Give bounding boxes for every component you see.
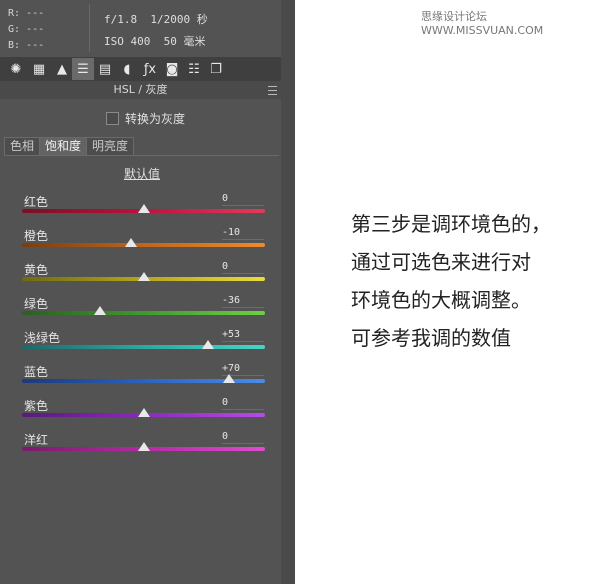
camera-exposure: f/1.8 1/2000 秒 — [104, 13, 208, 26]
slider-value-field[interactable]: 0 — [222, 261, 264, 274]
slider-thumb[interactable] — [201, 340, 214, 349]
note-line: 通过可选色来进行对 — [351, 250, 531, 274]
slider-value-field[interactable]: -36 — [222, 295, 264, 308]
slider-value-field[interactable]: 0 — [222, 397, 264, 410]
camera-icon[interactable]: ◙ — [161, 58, 183, 80]
split-icon[interactable]: ▤ — [94, 58, 116, 80]
convert-grayscale-label: 转换为灰度 — [125, 112, 186, 126]
r-readout: R: --- — [8, 8, 45, 19]
saturation-slider-row: 洋红 0 — [0, 431, 281, 465]
default-link[interactable]: 默认值 — [0, 165, 284, 182]
saturation-slider-row: 黄色 0 — [0, 261, 281, 295]
saturation-slider-row: 紫色 0 — [0, 397, 281, 431]
watermark: 思缘设计论坛 WWW.MISSVUAN.COM — [421, 10, 544, 37]
panel-menu-icon[interactable] — [268, 86, 277, 95]
slider-track[interactable] — [22, 345, 265, 349]
tutorial-note: 第三步是调环境色的， 通过可选色来进行对 环境色的大概调整。 可参考我调的数值 — [351, 205, 551, 357]
slider-label: 洋红 — [24, 433, 49, 447]
panel-title-bar: HSL / 灰度 — [0, 81, 281, 99]
saturation-slider-row: 红色 0 — [0, 193, 281, 227]
sliders-icon[interactable]: ☷ — [183, 58, 205, 80]
grid-icon[interactable]: ▦ — [28, 58, 50, 80]
slider-value-field[interactable]: 0 — [222, 193, 264, 206]
convert-grayscale-checkbox[interactable] — [106, 112, 119, 125]
slider-thumb[interactable] — [222, 374, 235, 383]
tab-luminance[interactable]: 明亮度 — [86, 137, 135, 155]
camera-info: f/1.8 1/2000 秒 ISO 400 50 毫米 — [104, 9, 208, 53]
slider-label: 浅绿色 — [24, 331, 61, 345]
tab-saturation[interactable]: 饱和度 — [39, 137, 88, 155]
b-readout: B: --- — [8, 40, 45, 51]
slider-thumb[interactable] — [137, 204, 150, 213]
tab-hue[interactable]: 色相 — [4, 137, 41, 155]
panel-scroll-edge — [281, 0, 295, 584]
default-label[interactable]: 默认值 — [124, 167, 160, 181]
convert-grayscale-option[interactable]: 转换为灰度 — [106, 110, 185, 127]
slider-label: 紫色 — [24, 399, 49, 413]
slider-thumb[interactable] — [125, 238, 138, 247]
note-line: 可参考我调的数值 — [351, 326, 511, 350]
slider-value-field[interactable]: -10 — [222, 227, 264, 240]
slider-thumb[interactable] — [137, 272, 150, 281]
slider-track[interactable] — [22, 311, 265, 315]
g-readout: G: --- — [8, 24, 45, 35]
saturation-slider-row: 橙色 -10 — [0, 227, 281, 261]
saturation-slider-row: 绿色 -36 — [0, 295, 281, 329]
camera-raw-panel: R: --- G: --- B: --- f/1.8 1/2000 秒 ISO … — [0, 0, 295, 584]
slider-value-field[interactable]: 0 — [222, 431, 264, 444]
info-divider — [89, 4, 90, 52]
slider-label: 橙色 — [24, 229, 49, 243]
slider-track[interactable] — [22, 243, 265, 247]
rgb-readout: R: --- G: --- B: --- — [8, 6, 44, 54]
slider-thumb[interactable] — [137, 408, 150, 417]
saturation-slider-row: 蓝色 +70 — [0, 363, 281, 397]
panel-title: HSL / 灰度 — [113, 83, 168, 96]
slider-value-field[interactable]: +53 — [222, 329, 264, 342]
hsl-icon[interactable]: ☰ — [72, 58, 94, 80]
lens-icon[interactable]: ◖ — [116, 58, 138, 80]
slider-label: 红色 — [24, 195, 49, 209]
slider-label: 黄色 — [24, 263, 49, 277]
tab-underline — [4, 155, 279, 156]
note-line: 环境色的大概调整。 — [351, 288, 531, 312]
hsl-tabs: 色相 饱和度 明亮度 — [4, 137, 135, 156]
note-line: 第三步是调环境色的， — [351, 212, 551, 236]
slider-thumb[interactable] — [137, 442, 150, 451]
mountains-icon[interactable]: ▲ — [51, 58, 73, 80]
camera-iso-focal: ISO 400 50 毫米 — [104, 35, 206, 48]
presets-icon[interactable]: ❐ — [205, 58, 227, 80]
panel-toolbar: ✺ ▦ ▲ ☰ ▤ ◖ ƒx ◙ ☷ ❐ — [0, 57, 281, 81]
fx-icon[interactable]: ƒx — [139, 58, 161, 80]
slider-label: 绿色 — [24, 297, 49, 311]
slider-label: 蓝色 — [24, 365, 49, 379]
saturation-slider-row: 浅绿色 +53 — [0, 329, 281, 363]
slider-thumb[interactable] — [93, 306, 106, 315]
aperture-icon[interactable]: ✺ — [5, 58, 27, 80]
